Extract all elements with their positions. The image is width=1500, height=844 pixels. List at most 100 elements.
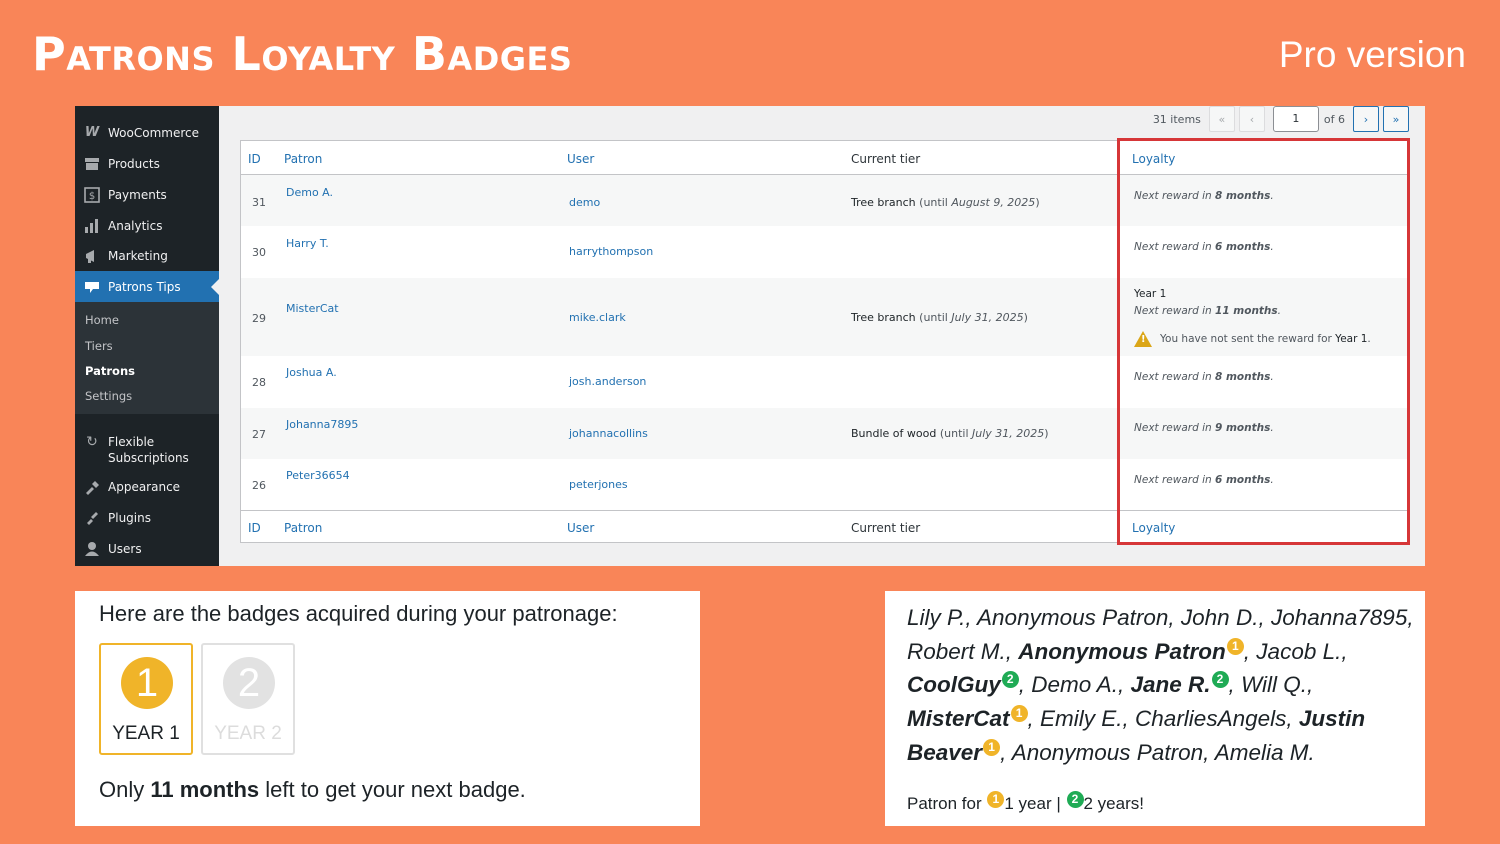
current-page-input[interactable]: 1: [1272, 106, 1319, 132]
badge-1-dot: 1: [1010, 705, 1028, 723]
submenu-item-tiers[interactable]: Tiers: [85, 339, 113, 353]
badge-1-label: YEAR 1: [112, 723, 180, 744]
row-patron[interactable]: MisterCat: [286, 302, 339, 315]
row-user[interactable]: peterjones: [569, 478, 628, 491]
sidebar-item-woocommerce[interactable]: W WooCommerce: [75, 117, 219, 148]
row-loyalty: Next reward in 8 months.: [1134, 371, 1274, 383]
svg-text:$: $: [89, 191, 95, 202]
column-header-loyalty[interactable]: Loyalty: [1132, 152, 1175, 166]
column-header-user[interactable]: User: [567, 152, 594, 166]
total-pages: of 6: [1323, 112, 1345, 126]
sidebar-item-label: WooCommerce: [108, 125, 199, 140]
footer-header-loyalty[interactable]: Loyalty: [1132, 521, 1175, 535]
badge-1-dot: 1: [987, 791, 1005, 808]
table-row: 27 Johanna7895 johannacollins Bundle of …: [241, 408, 1407, 459]
analytics-icon: [83, 217, 101, 235]
sidebar-item-appearance[interactable]: Appearance: [75, 471, 219, 502]
reward-warning: You have not sent the reward for Year 1.: [1134, 331, 1371, 347]
badge-2-icon: 2: [223, 657, 275, 709]
row-id: 31: [252, 196, 266, 209]
row-user[interactable]: josh.anderson: [569, 375, 646, 388]
table-row: 26 Peter36654 peterjones Next reward in …: [241, 459, 1407, 510]
row-loyalty: Next reward in 9 months.: [1134, 422, 1274, 434]
admin-sidebar: W WooCommerce Products $ Payments Analyt…: [75, 106, 219, 566]
badge-legend: Patron for 11 year | 22 years!: [907, 791, 1144, 813]
sidebar-item-label: Patrons Tips: [108, 279, 181, 294]
row-user[interactable]: harrythompson: [569, 245, 653, 258]
badge-1-dot: 1: [1226, 637, 1244, 655]
submenu-item-patrons[interactable]: Patrons: [85, 364, 135, 378]
row-tier: Tree branch (until August 9, 2025): [851, 196, 1040, 209]
page-title: Patrons Loyalty Badges: [32, 27, 573, 81]
sidebar-item-label: Users: [108, 541, 142, 556]
table-pagination: 31 items « ‹ 1 of 6 › »: [1153, 106, 1409, 132]
submenu-item-home[interactable]: Home: [85, 313, 119, 327]
sidebar-item-label: Products: [108, 156, 160, 171]
patrons-tips-icon: [83, 278, 101, 296]
sidebar-item-users[interactable]: Users: [75, 533, 219, 564]
patrons-table: ID Patron User Current tier Loyalty 31 D…: [240, 140, 1408, 543]
row-loyalty: Next reward in 6 months.: [1134, 241, 1274, 253]
sidebar-item-marketing[interactable]: Marketing: [75, 240, 219, 271]
badge-2-dot: 2: [1211, 671, 1229, 689]
sidebar-item-flexible-subscriptions[interactable]: ↻ Flexible Subscriptions: [75, 428, 219, 468]
plugins-icon: [83, 509, 101, 527]
table-row: 28 Joshua A. josh.anderson Next reward i…: [241, 356, 1407, 408]
row-patron[interactable]: Demo A.: [286, 186, 333, 199]
patron-names-card: Lily P., Anonymous Patron, John D., Joha…: [885, 591, 1425, 826]
footer-divider: [241, 510, 1407, 511]
sidebar-item-analytics[interactable]: Analytics: [75, 210, 219, 241]
sidebar-item-label: Appearance: [108, 479, 181, 494]
prev-page-button[interactable]: ‹: [1238, 106, 1265, 132]
table-row: 29 MisterCat mike.clark Tree branch (unt…: [241, 278, 1407, 356]
footer-header-user[interactable]: User: [567, 521, 594, 535]
table-row: 30 Harry T. harrythompson Next reward in…: [241, 226, 1407, 278]
row-patron[interactable]: Peter36654: [286, 469, 350, 482]
column-header-id[interactable]: ID: [248, 152, 261, 166]
column-header-patron[interactable]: Patron: [284, 152, 322, 166]
sidebar-item-label: Flexible Subscriptions: [108, 435, 189, 465]
woocommerce-icon: W: [84, 125, 100, 140]
row-id: 28: [252, 376, 266, 389]
badge-2-dot: 2: [1001, 671, 1019, 689]
badge-year-1: 1 YEAR 1: [99, 643, 193, 755]
last-page-button[interactable]: »: [1383, 106, 1409, 132]
sidebar-item-products[interactable]: Products: [75, 148, 219, 179]
admin-screenshot: W WooCommerce Products $ Payments Analyt…: [75, 106, 1425, 566]
row-id: 26: [252, 479, 266, 492]
sidebar-item-patrons-tips[interactable]: Patrons Tips: [75, 271, 219, 302]
badges-card-title: Here are the badges acquired during your…: [99, 601, 618, 626]
warning-text: You have not sent the reward for Year 1.: [1160, 333, 1371, 345]
row-patron[interactable]: Johanna7895: [286, 418, 358, 431]
items-count: 31 items: [1152, 112, 1201, 126]
products-icon: [83, 155, 101, 173]
first-page-button[interactable]: «: [1208, 106, 1235, 132]
row-id: 27: [252, 428, 266, 441]
row-tier: Bundle of wood (until July 31, 2025): [851, 427, 1049, 440]
sidebar-item-plugins[interactable]: Plugins: [75, 502, 219, 533]
next-page-button[interactable]: ›: [1353, 106, 1379, 132]
row-loyalty: Next reward in 6 months.: [1134, 474, 1274, 486]
row-user[interactable]: demo: [569, 196, 600, 209]
footer-header-id[interactable]: ID: [248, 521, 261, 535]
sidebar-item-label: Analytics: [108, 218, 163, 233]
footer-header-patron[interactable]: Patron: [284, 521, 322, 535]
payments-icon: $: [83, 186, 101, 204]
row-user[interactable]: mike.clark: [569, 311, 626, 324]
row-user[interactable]: johannacollins: [569, 427, 648, 440]
row-patron[interactable]: Joshua A.: [286, 366, 337, 379]
row-loyalty-year: Year 1: [1134, 288, 1167, 300]
row-patron[interactable]: Harry T.: [286, 237, 329, 250]
sidebar-item-label: Payments: [108, 187, 167, 202]
marketing-icon: [83, 247, 101, 265]
sidebar-item-label: Marketing: [108, 248, 168, 263]
sidebar-item-payments[interactable]: $ Payments: [75, 179, 219, 210]
row-loyalty: Next reward in 8 months.: [1134, 190, 1274, 202]
subscriptions-icon: ↻: [86, 434, 98, 450]
next-badge-text: Only 11 months left to get your next bad…: [99, 777, 526, 802]
pro-version-label: Pro version: [1278, 34, 1466, 75]
warning-icon: [1134, 331, 1152, 347]
submenu-item-settings[interactable]: Settings: [85, 389, 132, 403]
row-tier: Tree branch (until July 31, 2025): [851, 311, 1028, 324]
row-loyalty: Next reward in 11 months.: [1134, 305, 1282, 317]
